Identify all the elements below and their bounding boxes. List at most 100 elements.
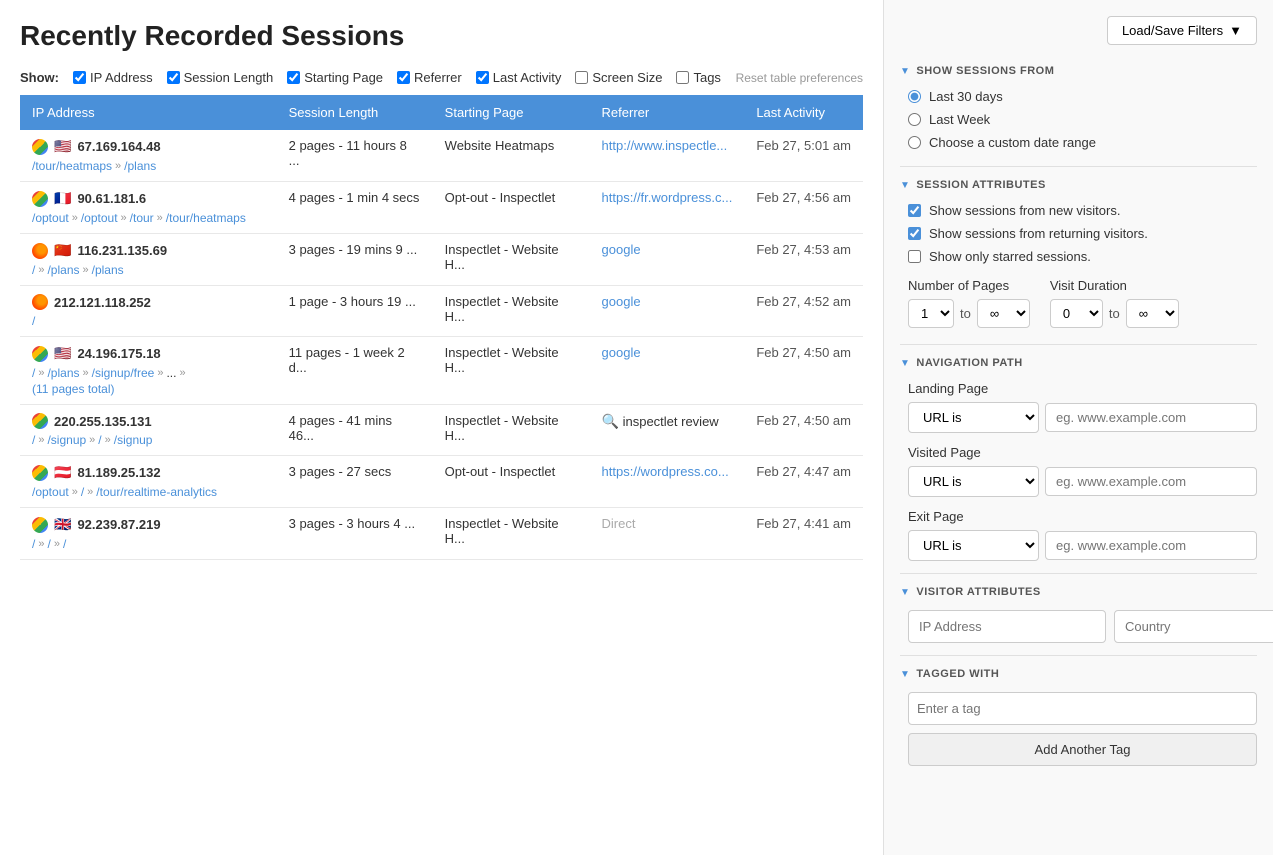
col-activity: Last Activity (744, 95, 863, 130)
visited-page-field: Visited Page URL is URL contains URL sta… (900, 445, 1257, 497)
screen-size-checkbox[interactable]: Screen Size (575, 70, 662, 85)
exit-page-url-select[interactable]: URL is URL contains URL starts with (908, 530, 1039, 561)
flag-icon: 🇨🇳 (54, 242, 71, 259)
path-separator: » (157, 367, 163, 379)
starting-page-checkbox-input[interactable] (287, 71, 300, 84)
exit-page-url-input[interactable] (1045, 531, 1257, 560)
visitor-attributes-section-header[interactable]: ▼ VISITOR ATTRIBUTES (900, 586, 1257, 598)
referrer-link[interactable]: http://www.inspectle... (602, 138, 728, 153)
dropdown-arrow-icon: ▼ (1229, 23, 1242, 38)
pages-from-select[interactable]: 123 (908, 299, 954, 328)
referrer-link[interactable]: https://fr.wordpress.c... (602, 190, 733, 205)
visited-page-url-input[interactable] (1045, 467, 1257, 496)
starred-sessions-checkbox-input[interactable] (908, 250, 921, 263)
path-link[interactable]: /tour/heatmaps (32, 159, 112, 173)
table-row[interactable]: 212.121.118.252 / 1 page - 3 hours 19 ..… (20, 286, 863, 337)
reset-table-link[interactable]: Reset table preferences (736, 71, 863, 85)
table-row[interactable]: 🇫🇷 90.61.181.6 /optout » /optout » /tour… (20, 182, 863, 234)
session-length-checkbox-input[interactable] (167, 71, 180, 84)
session-attributes-section-header[interactable]: ▼ SESSION ATTRIBUTES (900, 179, 1257, 191)
custom-date-radio[interactable] (908, 136, 921, 149)
screen-size-checkbox-input[interactable] (575, 71, 588, 84)
visited-page-row: URL is URL contains URL starts with (908, 466, 1257, 497)
duration-from-select[interactable]: 0510 (1050, 299, 1103, 328)
referrer-link[interactable]: https://wordpress.co... (602, 464, 729, 479)
path-link[interactable]: / (32, 314, 35, 328)
last-activity-checkbox[interactable]: Last Activity (476, 70, 562, 85)
path-link[interactable]: /optout (32, 485, 69, 499)
table-row[interactable]: 220.255.135.131 / » /signup » / » /signu… (20, 405, 863, 456)
path-link[interactable]: / (98, 433, 101, 447)
path-link[interactable]: / (47, 537, 50, 551)
starting-page-checkbox[interactable]: Starting Page (287, 70, 383, 85)
tags-checkbox[interactable]: Tags (676, 70, 720, 85)
path-link[interactable]: /signup (47, 433, 86, 447)
last-30-days-option[interactable]: Last 30 days (908, 89, 1257, 104)
screen-size-label: Screen Size (592, 70, 662, 85)
path-link[interactable]: /signup (114, 433, 153, 447)
starred-sessions-checkbox[interactable]: Show only starred sessions. (908, 249, 1257, 264)
path-link[interactable]: / (63, 537, 66, 551)
referrer-link[interactable]: google (602, 294, 641, 309)
referrer-checkbox[interactable]: Referrer (397, 70, 462, 85)
navigation-path-section-header[interactable]: ▼ NAVIGATION PATH (900, 357, 1257, 369)
ip-address-input[interactable] (908, 610, 1106, 643)
path-link[interactable]: /plans (47, 366, 79, 380)
duration-to-select[interactable]: ∞3060 (1126, 299, 1179, 328)
show-sessions-section-header[interactable]: ▼ SHOW SESSIONS FROM (900, 65, 1257, 77)
duration-range: 0510 to ∞3060 (1050, 299, 1179, 328)
path-link[interactable]: /optout (81, 211, 118, 225)
custom-date-label: Choose a custom date range (929, 135, 1096, 150)
path-separator: » (38, 434, 44, 446)
referrer-checkbox-input[interactable] (397, 71, 410, 84)
tagged-with-section-header[interactable]: ▼ TAGGED WITH (900, 668, 1257, 680)
new-visitors-checkbox[interactable]: Show sessions from new visitors. (908, 203, 1257, 218)
session-length-checkbox[interactable]: Session Length (167, 70, 274, 85)
visited-page-url-select[interactable]: URL is URL contains URL starts with (908, 466, 1039, 497)
last-week-radio[interactable] (908, 113, 921, 126)
table-row[interactable]: 🇺🇸 24.196.175.18 / » /plans » /signup/fr… (20, 337, 863, 405)
last-30-days-radio[interactable] (908, 90, 921, 103)
ip-checkbox-input[interactable] (73, 71, 86, 84)
pages-to-select[interactable]: ∞510 (977, 299, 1030, 328)
referrer-cell: 🔍 inspectlet review (590, 405, 745, 456)
path-link[interactable]: /plans (92, 263, 124, 277)
path-link[interactable]: /plans (124, 159, 156, 173)
referrer-link[interactable]: google (602, 242, 641, 257)
starting-page-cell: Inspectlet - Website H... (433, 405, 590, 456)
path-link[interactable]: / (32, 537, 35, 551)
landing-page-url-select[interactable]: URL is URL contains URL starts with (908, 402, 1039, 433)
load-save-button[interactable]: Load/Save Filters ▼ (1107, 16, 1257, 45)
tag-input[interactable] (908, 692, 1257, 725)
path-link[interactable]: /signup/free (92, 366, 155, 380)
path-link[interactable]: / (81, 485, 84, 499)
path-link[interactable]: / (32, 366, 35, 380)
path-link[interactable]: / (32, 263, 35, 277)
last-activity-checkbox-input[interactable] (476, 71, 489, 84)
referrer-cell: google (590, 337, 745, 405)
table-row[interactable]: 🇬🇧 92.239.87.219 / » / » / 3 pages - 3 h… (20, 508, 863, 560)
landing-page-url-input[interactable] (1045, 403, 1257, 432)
path-link[interactable]: (11 pages total) (32, 382, 115, 396)
path-link[interactable]: /plans (47, 263, 79, 277)
table-row[interactable]: 🇨🇳 116.231.135.69 / » /plans » /plans 3 … (20, 234, 863, 286)
new-visitors-checkbox-input[interactable] (908, 204, 921, 217)
ip-address-checkbox[interactable]: IP Address (73, 70, 153, 85)
add-tag-button[interactable]: Add Another Tag (908, 733, 1257, 766)
path-link[interactable]: /tour/realtime-analytics (96, 485, 217, 499)
referrer-link[interactable]: google (602, 345, 641, 360)
last-week-option[interactable]: Last Week (908, 112, 1257, 127)
custom-date-option[interactable]: Choose a custom date range (908, 135, 1257, 150)
country-input[interactable] (1114, 610, 1273, 643)
table-row[interactable]: 🇦🇹 81.189.25.132 /optout » / » /tour/rea… (20, 456, 863, 508)
path-link[interactable]: /optout (32, 211, 69, 225)
returning-visitors-checkbox-input[interactable] (908, 227, 921, 240)
path-link[interactable]: / (32, 433, 35, 447)
path-link[interactable]: /tour (130, 211, 154, 225)
referrer-cell: https://wordpress.co... (590, 456, 745, 508)
returning-visitors-checkbox[interactable]: Show sessions from returning visitors. (908, 226, 1257, 241)
path-link[interactable]: /tour/heatmaps (166, 211, 246, 225)
tags-checkbox-input[interactable] (676, 71, 689, 84)
tags-label: Tags (693, 70, 720, 85)
table-row[interactable]: 🇺🇸 67.169.164.48 /tour/heatmaps » /plans… (20, 130, 863, 182)
